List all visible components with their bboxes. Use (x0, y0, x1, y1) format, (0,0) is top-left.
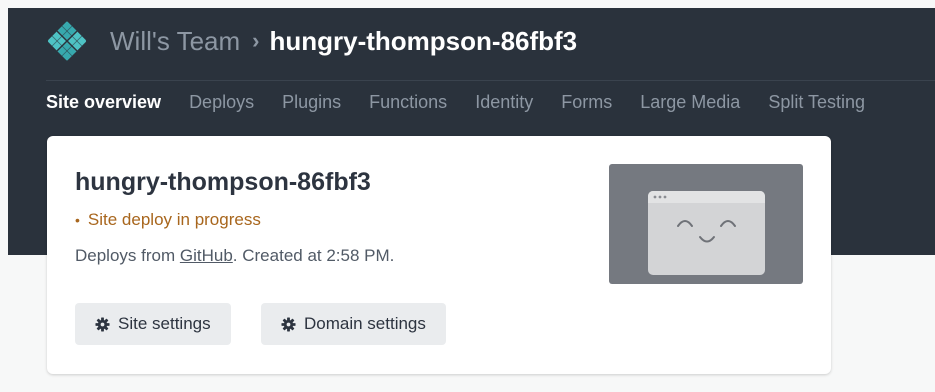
tab-site-overview[interactable]: Site overview (46, 90, 161, 114)
tab-plugins[interactable]: Plugins (282, 90, 341, 114)
domain-settings-label: Domain settings (304, 314, 426, 333)
site-overview-card: hungry-thompson-86fbf3 • Site deploy in p… (47, 136, 831, 374)
netlify-logo-icon[interactable] (46, 20, 88, 62)
deploys-from-prefix: Deploys from (75, 246, 180, 265)
domain-settings-button[interactable]: Domain settings (261, 303, 446, 345)
page: Will's Team › hungry-thompson-86fbf3 Sit… (0, 0, 935, 392)
site-nav-tabs: Site overview Deploys Plugins Functions … (46, 90, 893, 114)
tab-large-media[interactable]: Large Media (640, 90, 740, 114)
status-text[interactable]: Site deploy in progress (88, 210, 261, 229)
site-settings-button[interactable]: Site settings (75, 303, 231, 345)
tab-identity[interactable]: Identity (475, 90, 533, 114)
header-divider (46, 80, 935, 81)
site-settings-label: Site settings (118, 314, 211, 333)
gear-icon (281, 316, 296, 332)
breadcrumb-separator: › (252, 28, 260, 53)
gear-icon (95, 316, 110, 332)
breadcrumb: Will's Team › hungry-thompson-86fbf3 (46, 20, 577, 62)
tab-functions[interactable]: Functions (369, 90, 447, 114)
site-name-breadcrumb[interactable]: hungry-thompson-86fbf3 (270, 26, 578, 57)
status-bullet: • (75, 212, 80, 228)
team-name-link[interactable]: Will's Team (110, 26, 240, 57)
github-link[interactable]: GitHub (180, 246, 233, 265)
site-preview-thumbnail[interactable] (609, 164, 803, 284)
tab-deploys[interactable]: Deploys (189, 90, 254, 114)
site-title: hungry-thompson-86fbf3 (75, 168, 371, 196)
deploy-status: • Site deploy in progress (75, 210, 261, 230)
tab-split-testing[interactable]: Split Testing (768, 90, 865, 114)
browser-smiley-placeholder-icon (648, 191, 765, 275)
deploy-info: Deploys from GitHub. Created at 2:58 PM. (75, 246, 394, 266)
tab-forms[interactable]: Forms (561, 90, 612, 114)
created-at-text: . Created at 2:58 PM. (232, 246, 395, 265)
